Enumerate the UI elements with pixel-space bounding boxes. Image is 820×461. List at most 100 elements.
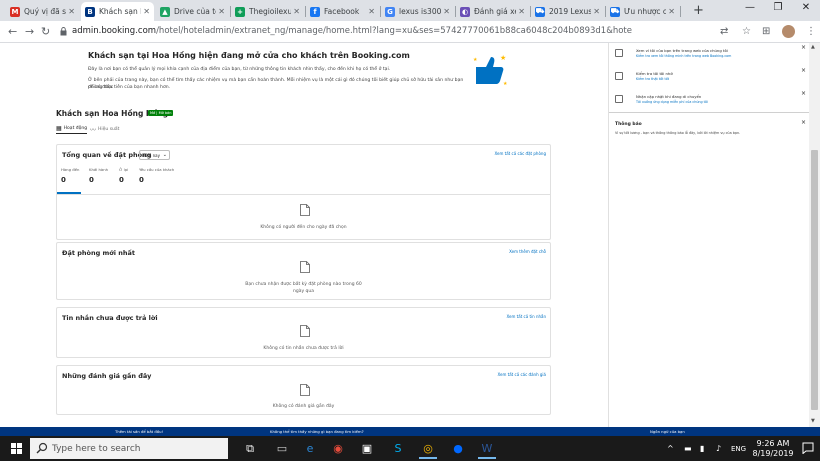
browser-tab-strip: M Quý vị đã s ✕ B Khách sạn H ✕ ▲ Drive của tô ✕…	[0, 0, 820, 21]
tray-overflow-icon[interactable]: ^	[667, 444, 674, 453]
maximize-button[interactable]: ❐	[764, 2, 792, 13]
app-icon[interactable]: ◉	[326, 438, 350, 459]
windows-start-icon[interactable]	[11, 443, 22, 454]
zalo-icon[interactable]: ●	[446, 438, 470, 459]
forward-button[interactable]: →	[25, 25, 34, 38]
close-window-button[interactable]: ✕	[792, 2, 820, 13]
edge-icon[interactable]: e	[298, 438, 322, 459]
tab-favicon-icon: B	[85, 6, 95, 17]
skype-icon[interactable]: S	[386, 438, 410, 459]
tab-close-icon[interactable]: ✕	[668, 7, 675, 16]
view-all-reviews-link[interactable]: Xem tất cả các đánh giá	[497, 372, 546, 377]
stat-label[interactable]: Hàng đến	[61, 167, 79, 172]
tab-close-icon[interactable]: ✕	[443, 7, 450, 16]
browser-tab[interactable]: ⛟ Ưu nhược c ✕	[606, 2, 679, 21]
browser-tab[interactable]: ⛟ 2019 Lexus ✕	[531, 2, 604, 21]
browser-tab[interactable]: ◐ Đánh giá xe ✕	[456, 2, 529, 21]
close-icon[interactable]: ×	[801, 90, 806, 97]
close-icon[interactable]: ×	[801, 67, 806, 74]
browser-tab[interactable]: f Facebook ✕	[306, 2, 379, 21]
url-domain: admin.booking.com	[72, 26, 157, 36]
task-notification[interactable]: Kiểm tra tôi tôi nhớ Kiểm tra thật tốt tố…	[611, 66, 806, 88]
menu-dots-icon[interactable]: ⋮	[806, 26, 816, 37]
browser-tab[interactable]: Glexus is300 ✕	[381, 2, 454, 21]
stat-value[interactable]: 0	[119, 176, 124, 184]
search-icon	[36, 442, 48, 454]
recent-bookings-card: Đặt phòng mới nhất Xem thêm đặt chỗ Bạn …	[56, 242, 551, 300]
footer-help-link[interactable]: Không thể tìm thấy những gì bạn đang tìm…	[270, 429, 364, 434]
tab-close-icon[interactable]: ✕	[518, 7, 525, 16]
hero-paragraph-3: phòng đầu tiên của bạn nhanh hơn.	[88, 85, 171, 90]
tab-title: Thegioilexu	[249, 7, 292, 16]
scroll-up-arrow-icon[interactable]: ▲	[811, 44, 815, 50]
new-tab-button[interactable]: +	[693, 3, 704, 18]
browser-tab[interactable]: ▲ Drive của tô ✕	[156, 2, 229, 21]
back-button[interactable]: ←	[8, 25, 17, 38]
tab-activity[interactable]: ▦ Hoạt động	[56, 125, 88, 134]
task-title: Kiểm tra tôi tôi nhớ	[636, 71, 673, 76]
tab-title: lexus is300	[399, 7, 442, 16]
store-icon[interactable]: ▣	[355, 438, 379, 459]
notification-center-icon[interactable]	[802, 442, 814, 454]
file-explorer-icon[interactable]: ▭	[270, 438, 294, 459]
battery-icon[interactable]: ▮	[700, 444, 704, 453]
tab-close-icon[interactable]: ✕	[218, 7, 225, 16]
tab-close-icon[interactable]: ✕	[293, 7, 300, 16]
language-indicator[interactable]: ENG	[731, 445, 746, 453]
translate-icon[interactable]: ⇄	[720, 26, 728, 37]
network-icon[interactable]: ▬	[684, 444, 692, 453]
stat-label[interactable]: Ở lại	[119, 167, 128, 172]
task-link[interactable]: Kiểm tra xem tôi thông minh trên trang w…	[636, 54, 731, 58]
chart-line-icon: 〰	[90, 127, 97, 134]
system-clock[interactable]: 9:26 AM 8/19/2019	[745, 439, 801, 459]
task-notification[interactable]: Xem ví tôi của bạn trên trang web của ch…	[611, 43, 806, 65]
scrollbar-thumb[interactable]	[811, 150, 818, 410]
extension-icon[interactable]: ⊞	[762, 26, 770, 37]
tab-performance[interactable]: 〰 Hiệu suất	[90, 125, 119, 134]
calendar-icon: ▦	[56, 125, 62, 132]
close-icon[interactable]: ×	[801, 119, 806, 126]
browser-tab[interactable]: B Khách sạn H ✕	[81, 2, 154, 21]
tab-title: Quý vị đã s	[24, 7, 67, 16]
task-link[interactable]: Kiểm tra thật tốt tốt	[636, 77, 669, 81]
address-bar[interactable]: admin.booking.com/hotel/hoteladmin/extra…	[72, 26, 632, 36]
svg-text:★: ★	[473, 57, 478, 63]
tab-title: Drive của tô	[174, 7, 217, 16]
tab-close-icon[interactable]: ✕	[368, 7, 375, 16]
browser-tab[interactable]: + Thegioilexu ✕	[231, 2, 304, 21]
taskbar-search-input[interactable]: Type here to search	[30, 438, 228, 459]
reload-button[interactable]: ↻	[41, 25, 50, 38]
task-title: Nhận cập nhật khi đang di chuyển	[636, 94, 702, 99]
minimize-button[interactable]: —	[736, 2, 764, 13]
profile-avatar[interactable]	[782, 25, 795, 38]
close-icon[interactable]: ×	[801, 44, 806, 51]
date-range-select[interactable]: Hôm nay ⌄	[139, 150, 170, 160]
tab-close-icon[interactable]: ✕	[68, 7, 75, 16]
view-all-bookings-link[interactable]: Xem tất cả các đặt phòng	[494, 151, 546, 156]
task-icon	[615, 95, 623, 103]
stat-value[interactable]: 0	[61, 176, 66, 184]
empty-state-text-2: ngày qua	[292, 289, 315, 294]
scroll-down-arrow-icon[interactable]: ▼	[811, 418, 815, 424]
task-link[interactable]: Tải xuống ứng dụng miễn phí của chúng tô…	[636, 100, 708, 104]
footer-language-link[interactable]: Ngôn ngữ của bạn	[650, 429, 685, 434]
tab-close-icon[interactable]: ✕	[593, 7, 600, 16]
bookmark-star-icon[interactable]: ☆	[742, 26, 751, 37]
footer-add-property-link[interactable]: Thêm tài sản để bắt đầu!	[115, 429, 163, 434]
word-icon[interactable]: W	[475, 438, 499, 459]
stat-value[interactable]: 0	[139, 176, 144, 184]
document-icon	[300, 384, 310, 396]
stat-label[interactable]: Yêu cầu của khách	[139, 167, 174, 172]
stat-value[interactable]: 0	[89, 176, 94, 184]
tab-close-icon[interactable]: ✕	[143, 7, 150, 16]
stat-label[interactable]: Khởi hành	[89, 167, 108, 172]
booking-overview-card: Tổng quan về đặt phòng Hôm nay ⌄ Xem tất…	[56, 144, 551, 240]
view-more-bookings-link[interactable]: Xem thêm đặt chỗ	[509, 249, 546, 254]
task-view-icon[interactable]: ⧉	[238, 438, 262, 459]
chrome-icon[interactable]: ◎	[416, 438, 440, 459]
browser-tab[interactable]: M Quý vị đã s ✕	[6, 2, 79, 21]
volume-icon[interactable]: ♪	[716, 444, 721, 453]
svg-text:★: ★	[500, 54, 506, 62]
task-notification[interactable]: Nhận cập nhật khi đang di chuyển Tải xuốn…	[611, 89, 806, 111]
view-all-messages-link[interactable]: Xem tất cả tin nhắn	[506, 314, 546, 319]
